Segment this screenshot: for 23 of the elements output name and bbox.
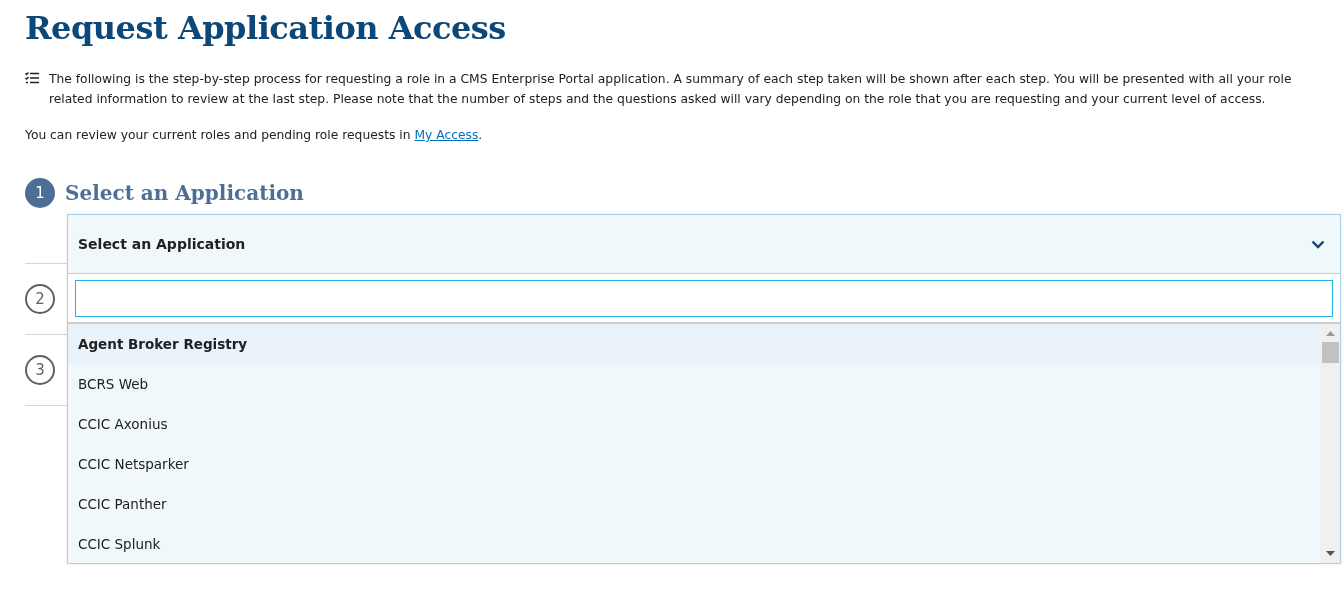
- period-text: .: [478, 128, 483, 142]
- step-number: 1: [25, 178, 55, 208]
- checklist-icon: [25, 72, 39, 84]
- step-number: 3: [25, 355, 55, 385]
- step-number: 2: [25, 284, 55, 314]
- application-dropdown[interactable]: Select an Application Agent Broker Registry BCRS Web CCIC Axonius CCIC Netsparker CCIC Panther CCIC Splunk: [67, 214, 1341, 564]
- scroll-down-icon[interactable]: [1325, 551, 1335, 557]
- chevron-down-icon: [1311, 239, 1325, 249]
- application-option[interactable]: CCIC Panther: [68, 484, 1320, 524]
- application-option[interactable]: BCRS Web: [68, 364, 1320, 404]
- step-title: Select an Application: [65, 181, 304, 205]
- review-text: You can review your current roles and pending role requests in: [25, 128, 411, 142]
- application-option[interactable]: Agent Broker Registry: [68, 324, 1320, 364]
- application-option[interactable]: CCIC Axonius: [68, 404, 1320, 444]
- search-field[interactable]: [75, 280, 1333, 317]
- scrollbar[interactable]: [1320, 324, 1340, 563]
- dropdown-label: Select an Application: [78, 236, 246, 252]
- intro-paragraph: The following is the step-by-step process for requesting a role in a CMS Enterprise Portal application. A summary of each step taken will be shown after each step. You will be presented with all your role related information to review at the last step. Please note that the number of steps and the questions asked will vary depending on the role that you are requesting and your current level of access.: [49, 71, 1293, 108]
- scroll-thumb[interactable]: [1321, 342, 1339, 363]
- scroll-up-icon[interactable]: [1325, 330, 1335, 336]
- application-option[interactable]: CCIC Splunk: [68, 524, 1320, 564]
- application-option[interactable]: CCIC Netsparker: [68, 444, 1320, 484]
- page-title: Request Application Access: [25, 8, 507, 49]
